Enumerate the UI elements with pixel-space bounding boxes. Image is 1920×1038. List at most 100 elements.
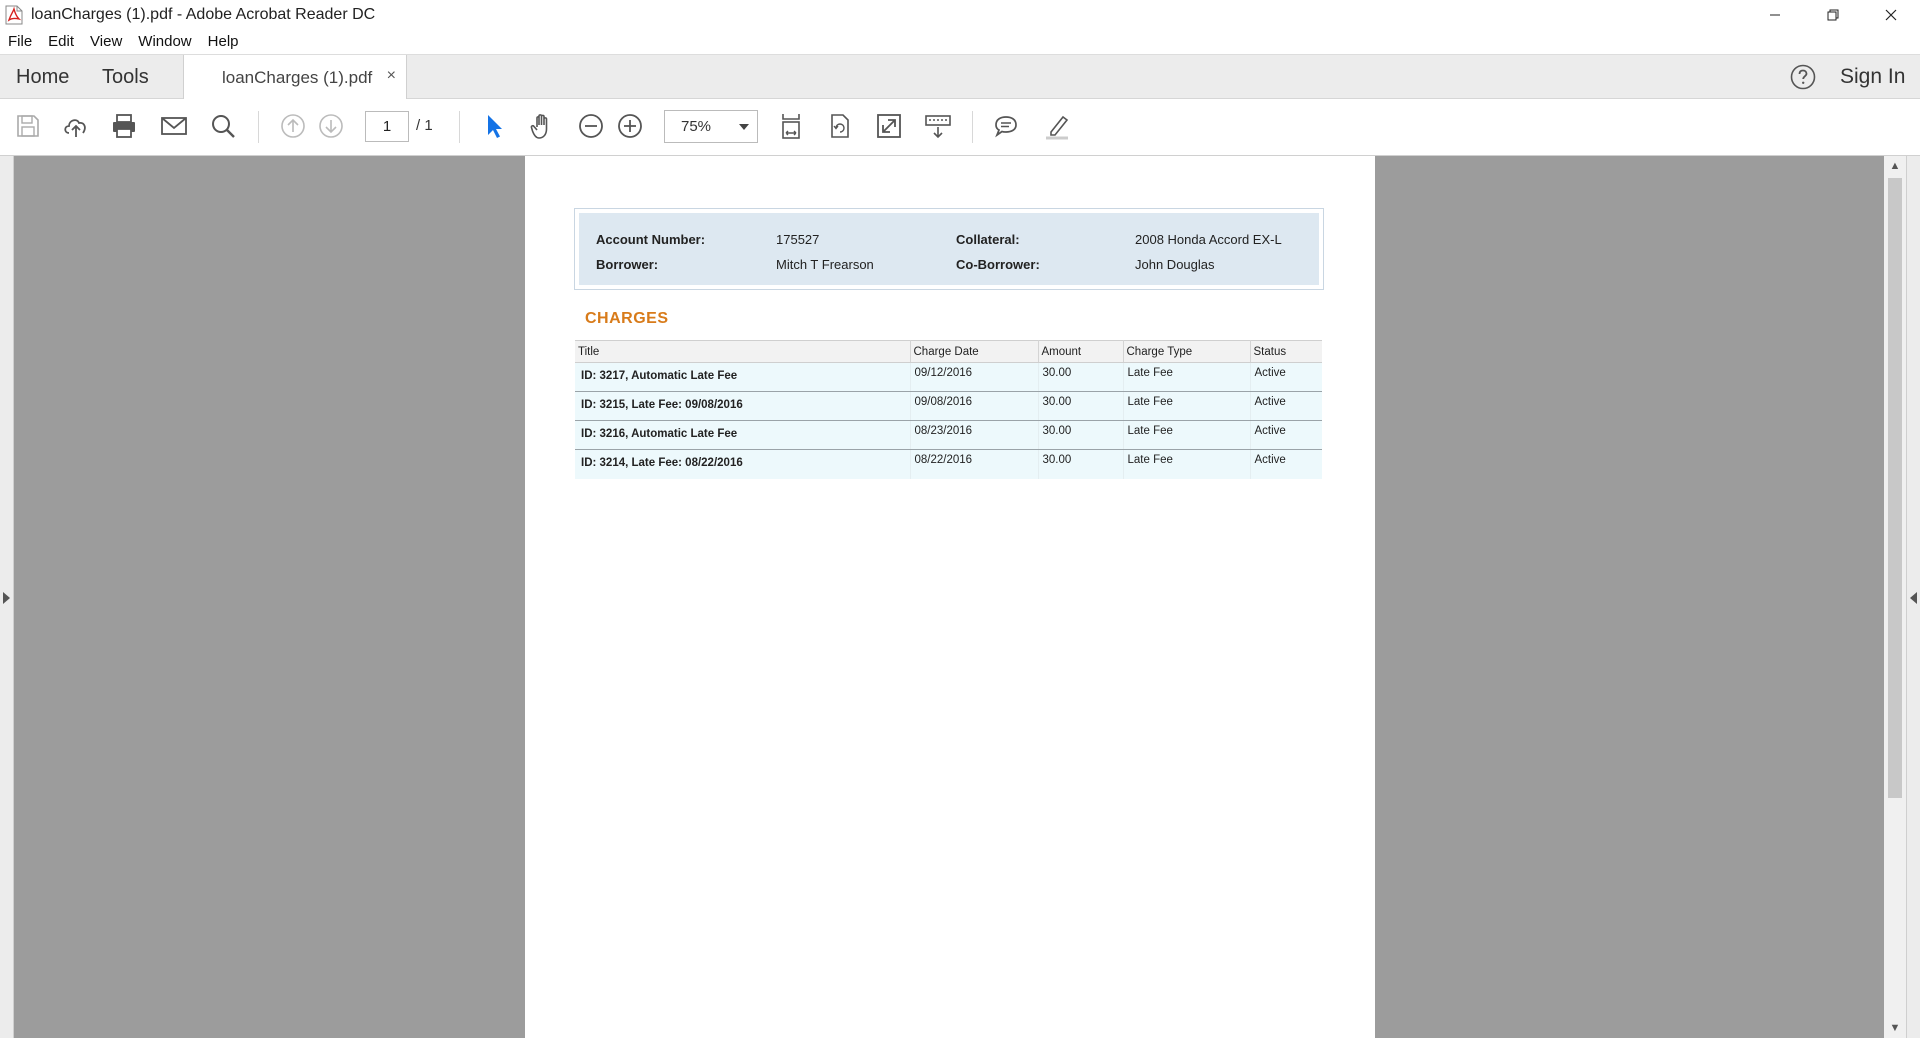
charge-status: Active — [1250, 449, 1322, 479]
select-tool-button[interactable] — [478, 110, 510, 142]
charges-section-title: CHARGES — [585, 310, 669, 327]
acrobat-pdf-icon — [5, 5, 23, 24]
window-controls — [1746, 0, 1920, 29]
comment-button[interactable] — [990, 110, 1022, 142]
restore-button[interactable] — [1804, 0, 1862, 29]
scroll-down-icon[interactable]: ▼ — [1889, 1022, 1901, 1034]
vertical-scrollbar[interactable]: ▲ ▼ — [1884, 156, 1906, 1038]
document-viewer: Account Number: 175527 Collateral: 2008 … — [0, 156, 1920, 1038]
scroll-mode-icon — [925, 115, 951, 139]
close-window-button[interactable] — [1862, 0, 1920, 29]
help-icon[interactable] — [1790, 64, 1816, 90]
charge-status: Active — [1250, 420, 1322, 450]
column-header-title: Title — [575, 340, 911, 363]
next-page-button[interactable] — [315, 110, 347, 142]
account-info-box: Account Number: 175527 Collateral: 2008 … — [574, 208, 1324, 290]
menu-edit[interactable]: Edit — [48, 33, 74, 50]
right-panel-toggle[interactable] — [1906, 156, 1920, 1038]
rotate-button[interactable] — [824, 110, 856, 142]
left-panel-toggle[interactable] — [0, 156, 14, 1038]
search-icon — [212, 115, 235, 138]
highlight-button[interactable] — [1041, 110, 1073, 142]
email-button[interactable] — [158, 110, 190, 142]
borrower-value: Mitch T Frearson — [776, 257, 874, 272]
co-borrower-value: John Douglas — [1135, 257, 1215, 272]
menu-bar: File Edit View Window Help — [0, 29, 1920, 54]
save-button[interactable] — [12, 110, 44, 142]
toolbar: 1 / 1 75% — [0, 99, 1920, 156]
charge-type: Late Fee — [1123, 362, 1251, 392]
tab-close-icon[interactable]: × — [387, 67, 396, 85]
zoom-level-select[interactable]: 75% — [664, 110, 758, 143]
zoom-out-button[interactable] — [575, 110, 607, 142]
scroll-mode-button[interactable] — [922, 110, 954, 142]
charge-amount: 30.00 — [1038, 420, 1124, 450]
window-title: loanCharges (1).pdf - Adobe Acrobat Read… — [31, 5, 376, 23]
charge-amount: 30.00 — [1038, 449, 1124, 479]
charge-type: Late Fee — [1123, 391, 1251, 421]
charge-date: 09/12/2016 — [910, 362, 1039, 392]
hand-icon — [530, 114, 548, 139]
scrollbar-thumb[interactable] — [1888, 178, 1902, 798]
co-borrower-label: Co-Borrower: — [956, 257, 1040, 272]
charge-status: Active — [1250, 391, 1322, 421]
upload-button[interactable] — [60, 110, 92, 142]
email-icon — [161, 117, 187, 135]
print-button[interactable] — [108, 110, 140, 142]
search-button[interactable] — [207, 110, 239, 142]
fit-page-button[interactable] — [775, 110, 807, 142]
chevron-down-icon — [739, 124, 749, 130]
account-number-label: Account Number: — [596, 232, 706, 247]
previous-page-button[interactable] — [277, 110, 309, 142]
table-row: ID: 3214, Late Fee: 08/22/2016 08/22/201… — [575, 449, 1322, 479]
highlight-icon — [1046, 115, 1069, 140]
charge-type: Late Fee — [1123, 420, 1251, 450]
charge-amount: 30.00 — [1038, 391, 1124, 421]
scroll-up-icon[interactable]: ▲ — [1889, 160, 1901, 172]
column-header-status: Status — [1250, 340, 1322, 363]
toolbar-separator — [258, 111, 259, 143]
chevron-right-icon — [3, 592, 10, 604]
zoom-in-icon — [618, 114, 642, 138]
tab-document-label: loanCharges (1).pdf — [222, 67, 373, 87]
charge-status: Active — [1250, 362, 1322, 392]
title-bar: loanCharges (1).pdf - Adobe Acrobat Read… — [0, 0, 1920, 29]
zoom-in-button[interactable] — [614, 110, 646, 142]
save-icon — [17, 115, 39, 137]
table-row: ID: 3216, Automatic Late Fee 08/23/2016 … — [575, 420, 1322, 450]
tab-home[interactable]: Home — [16, 55, 69, 99]
collateral-label: Collateral: — [956, 232, 1020, 247]
menu-help[interactable]: Help — [208, 33, 239, 50]
page-number-input[interactable]: 1 — [365, 111, 409, 142]
column-header-charge-type: Charge Type — [1123, 340, 1251, 363]
hand-tool-button[interactable] — [527, 110, 559, 142]
close-icon — [1885, 9, 1897, 20]
tab-tools[interactable]: Tools — [102, 55, 149, 99]
charge-date: 08/22/2016 — [910, 449, 1039, 479]
column-header-charge-date: Charge Date — [910, 340, 1039, 363]
charge-date: 08/23/2016 — [910, 420, 1039, 450]
menu-file[interactable]: File — [8, 33, 32, 50]
minimize-icon — [1770, 14, 1780, 15]
table-header-row: Title Charge Date Amount Charge Type Sta… — [575, 340, 1322, 363]
menu-window[interactable]: Window — [138, 33, 191, 50]
minimize-button[interactable] — [1746, 0, 1804, 29]
charge-date: 09/08/2016 — [910, 391, 1039, 421]
toolbar-separator — [972, 111, 973, 143]
column-header-amount: Amount — [1038, 340, 1124, 363]
charge-type: Late Fee — [1123, 449, 1251, 479]
charge-title: ID: 3215, Late Fee: 09/08/2016 — [575, 391, 911, 421]
zoom-level-value: 75% — [681, 118, 712, 135]
charge-title: ID: 3216, Automatic Late Fee — [575, 420, 911, 450]
page-total: / 1 — [416, 117, 433, 134]
rotate-icon — [831, 114, 849, 138]
menu-view[interactable]: View — [90, 33, 122, 50]
toolbar-separator — [459, 111, 460, 143]
sign-in-button[interactable]: Sign In — [1840, 65, 1905, 89]
fullscreen-button[interactable] — [873, 110, 905, 142]
page-up-icon — [281, 114, 305, 138]
charge-amount: 30.00 — [1038, 362, 1124, 392]
tab-document[interactable]: loanCharges (1).pdf × — [183, 55, 407, 100]
cloud-upload-icon — [64, 119, 86, 137]
print-icon — [113, 114, 135, 138]
